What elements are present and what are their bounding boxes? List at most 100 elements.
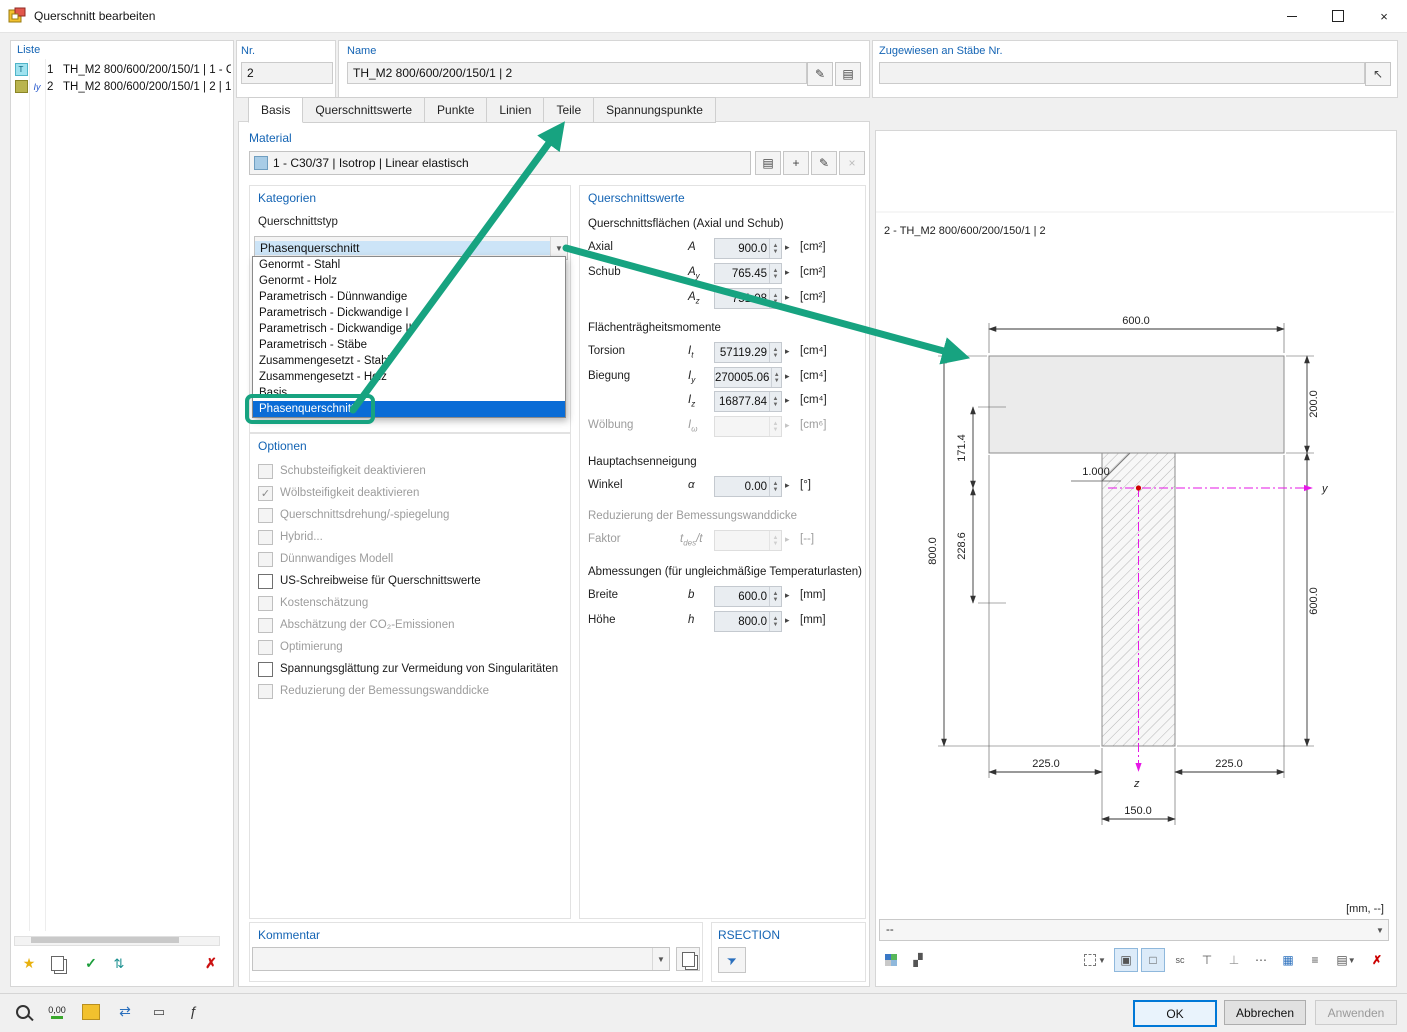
option-spannungsglaettung[interactable]: Spannungsglättung zur Vermeidung von Sin… bbox=[258, 661, 558, 677]
tab-linien[interactable]: Linien bbox=[487, 97, 544, 123]
name-label: Name bbox=[347, 45, 376, 57]
schub-az-input[interactable]: 751.08 bbox=[714, 288, 782, 309]
dim-flange-height: 200.0 bbox=[1308, 390, 1320, 418]
dots-toggle-icon[interactable]: ⋯ bbox=[1249, 948, 1273, 972]
dropdown-item[interactable]: Zusammengesetzt - Holz bbox=[253, 369, 565, 385]
list-hscrollbar[interactable] bbox=[14, 936, 220, 946]
dropdown-item[interactable]: Parametrisch - Dickwandige I bbox=[253, 305, 565, 321]
dropdown-item[interactable]: Zusammengesetzt - Stahl bbox=[253, 353, 565, 369]
name-field[interactable]: TH_M2 800/600/200/150/1 | 2 bbox=[347, 62, 807, 84]
copy-item-icon[interactable] bbox=[43, 949, 71, 977]
swap-axes-icon[interactable] bbox=[112, 999, 138, 1025]
print-icon[interactable]: ▤▼ bbox=[1330, 948, 1362, 972]
tab-teile[interactable]: Teile bbox=[544, 97, 594, 123]
dropdown-item-phasenquerschnitt[interactable]: Phasenquerschnitt bbox=[253, 401, 565, 417]
winkel-input[interactable]: 0.00 bbox=[714, 476, 782, 497]
color-swatch-icon[interactable] bbox=[78, 999, 104, 1025]
dropdown-item[interactable]: Basis bbox=[253, 385, 565, 401]
checkbox-icon[interactable] bbox=[258, 574, 273, 589]
select-members-icon[interactable]: ↖ bbox=[1365, 62, 1391, 86]
optionen-group: Optionen Schubsteifigkeit deaktivieren W… bbox=[249, 433, 571, 919]
dim-web-height: 600.0 bbox=[1308, 587, 1320, 615]
dropdown-item[interactable]: Parametrisch - Dickwandige II bbox=[253, 321, 565, 337]
material-library-icon[interactable]: ▤ bbox=[755, 151, 781, 175]
preview-combo[interactable]: -- ▼ bbox=[879, 919, 1389, 941]
spinner-icon[interactable] bbox=[769, 612, 781, 631]
detail-arrow-icon[interactable] bbox=[785, 242, 790, 253]
formula-icon[interactable] bbox=[180, 999, 206, 1025]
spinner-icon bbox=[769, 531, 781, 550]
zoom-edit-icon[interactable] bbox=[10, 999, 36, 1025]
detail-arrow-icon[interactable] bbox=[785, 371, 790, 382]
kommentar-combo[interactable]: ▼ bbox=[252, 947, 670, 971]
copy-comment-icon[interactable] bbox=[676, 947, 700, 971]
detail-arrow-icon[interactable] bbox=[785, 346, 790, 357]
view-options-icon[interactable] bbox=[879, 948, 903, 972]
cancel-button[interactable]: Abbrechen bbox=[1224, 1000, 1306, 1025]
material-edit-icon[interactable]: ✎ bbox=[811, 151, 837, 175]
maximize-icon[interactable] bbox=[1315, 0, 1361, 32]
schub-ay-input[interactable]: 765.45 bbox=[714, 263, 782, 284]
rsection-export-icon[interactable]: ➤ bbox=[718, 947, 746, 973]
dropdown-item[interactable]: Genormt - Stahl bbox=[253, 257, 565, 273]
assigned-field[interactable] bbox=[879, 62, 1365, 84]
nr-field[interactable]: 2 bbox=[241, 62, 333, 84]
frame-toggle-icon[interactable]: □ bbox=[1141, 948, 1165, 972]
sort-items-icon[interactable] bbox=[105, 949, 133, 977]
ok-button[interactable]: OK bbox=[1133, 1000, 1217, 1027]
dropdown-item[interactable]: Parametrisch - Dünnwandige bbox=[253, 289, 565, 305]
material-field[interactable]: 1 - C30/37 | Isotrop | Linear elastisch bbox=[249, 151, 751, 175]
viewport-icon[interactable] bbox=[146, 999, 172, 1025]
section-preview-canvas[interactable]: 2 - TH_M2 800/600/200/150/1 | 2 1.000 bbox=[876, 131, 1394, 917]
list-item[interactable]: 1 TH_M2 800/600/200/150/1 | 1 - C bbox=[13, 61, 231, 78]
tab-basis[interactable]: Basis bbox=[248, 97, 303, 123]
spinner-icon[interactable] bbox=[769, 289, 781, 308]
torsion-input[interactable]: 57119.29 bbox=[714, 342, 782, 363]
delete-item-icon[interactable] bbox=[197, 949, 225, 977]
hoehe-input[interactable]: 800.0 bbox=[714, 611, 782, 632]
spinner-icon[interactable] bbox=[769, 343, 781, 362]
spinner-icon[interactable] bbox=[769, 587, 781, 606]
dropdown-item[interactable]: Genormt - Holz bbox=[253, 273, 565, 289]
biegung-iz-input[interactable]: 16877.84 bbox=[714, 391, 782, 412]
decimal-places-icon[interactable]: 0,00 bbox=[44, 999, 70, 1025]
rename-icon[interactable]: ✎ bbox=[807, 62, 833, 86]
detail-arrow-icon[interactable] bbox=[785, 395, 790, 406]
reset-view-icon[interactable]: ✗ bbox=[1365, 948, 1389, 972]
tab-punkte[interactable]: Punkte bbox=[425, 97, 487, 123]
detail-arrow-icon[interactable] bbox=[785, 480, 790, 491]
checkbox-icon[interactable] bbox=[258, 662, 273, 677]
axial-input[interactable]: 900.0 bbox=[714, 238, 782, 259]
apply-check-icon[interactable] bbox=[77, 949, 105, 977]
close-icon[interactable]: × bbox=[1361, 0, 1407, 32]
visibility-dropdown-icon[interactable]: ▼ bbox=[1079, 948, 1111, 972]
detail-arrow-icon[interactable] bbox=[785, 615, 790, 626]
dimension-top-icon[interactable]: ⊤ bbox=[1195, 948, 1219, 972]
spinner-icon[interactable] bbox=[769, 264, 781, 283]
detail-arrow-icon[interactable] bbox=[785, 590, 790, 601]
minimize-icon[interactable] bbox=[1269, 0, 1315, 32]
biegung-iy-input[interactable]: 270005.06 bbox=[714, 367, 782, 388]
section-display-icon[interactable]: ▞ bbox=[906, 948, 930, 972]
value-biegung-iy: Biegung Iy 270005.06 [cm⁴] bbox=[580, 367, 865, 387]
detail-arrow-icon[interactable] bbox=[785, 292, 790, 303]
new-item-icon[interactable] bbox=[15, 949, 43, 977]
list-item[interactable]: 2 TH_M2 800/600/200/150/1 | 2 | 1 bbox=[13, 78, 231, 95]
detail-arrow-icon[interactable] bbox=[785, 267, 790, 278]
spinner-icon[interactable] bbox=[769, 239, 781, 258]
dropdown-item[interactable]: Parametrisch - Stäbe bbox=[253, 337, 565, 353]
spinner-icon[interactable] bbox=[771, 368, 781, 387]
panel-toggle-icon[interactable]: ▣ bbox=[1114, 948, 1138, 972]
name-library-icon[interactable]: ▤ bbox=[835, 62, 861, 86]
list-icon[interactable]: ≡ bbox=[1303, 948, 1327, 972]
material-new-icon[interactable]: + bbox=[783, 151, 809, 175]
dimension-bottom-icon[interactable]: ⊥ bbox=[1222, 948, 1246, 972]
tab-querschnittswerte[interactable]: Querschnittswerte bbox=[303, 97, 425, 123]
breite-input[interactable]: 600.0 bbox=[714, 586, 782, 607]
stress-points-icon[interactable]: sc bbox=[1168, 948, 1192, 972]
spinner-icon[interactable] bbox=[769, 392, 781, 411]
table-icon[interactable]: ▦ bbox=[1276, 948, 1300, 972]
tab-spannungspunkte[interactable]: Spannungspunkte bbox=[594, 97, 716, 123]
option-us-schreibweise[interactable]: US-Schreibweise für Querschnittswerte bbox=[258, 573, 481, 589]
spinner-icon[interactable] bbox=[769, 477, 781, 496]
